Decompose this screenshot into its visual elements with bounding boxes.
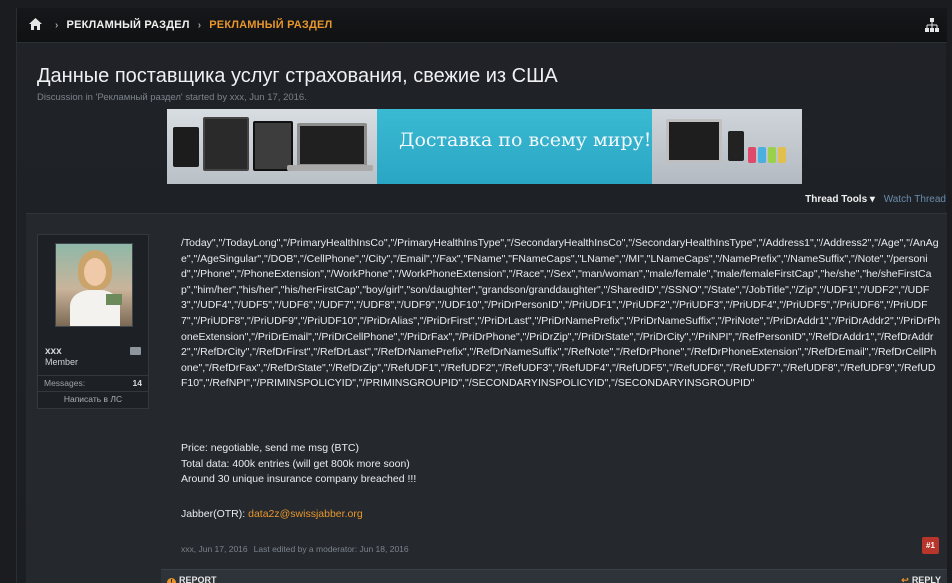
user-info-block: xxx Member Messages: 14 Написать в ЛС	[37, 234, 149, 409]
post-message: xxx Member Messages: 14 Написать в ЛС /T…	[26, 213, 947, 583]
reply-arrow-icon: ↩	[901, 575, 909, 583]
post-permalink-badge[interactable]: #1	[922, 537, 939, 554]
thread-tools-bar: Thread Tools ▾ Watch Thread	[805, 194, 946, 205]
jabber-line: Jabber(OTR): data2z@swissjabber.org	[181, 508, 363, 520]
banner-devices-image-right	[652, 109, 802, 184]
breadcrumb-item-1[interactable]: РЕКЛАМНЫЙ РАЗДЕЛ	[67, 19, 190, 31]
thread-tools-dropdown[interactable]: Thread Tools ▾	[805, 194, 875, 205]
user-role: Member	[45, 357, 79, 367]
breadcrumb-item-current[interactable]: РЕКЛАМНЫЙ РАЗДЕЛ	[209, 19, 332, 31]
post-details: Price: negotiable, send me msg (BTC) Tot…	[181, 441, 781, 488]
page-title: Данные поставщика услуг страхования, све…	[37, 65, 558, 87]
page-frame: › РЕКЛАМНЫЙ РАЗДЕЛ › РЕКЛАМНЫЙ РАЗДЕЛ Да…	[16, 8, 947, 583]
banner-text: Доставка по всему миру!	[399, 129, 652, 151]
thread-subtitle: Discussion in 'Рекламный раздел' started…	[37, 92, 307, 103]
breadcrumb: › РЕКЛАМНЫЙ РАЗДЕЛ › РЕКЛАМНЫЙ РАЗДЕЛ	[17, 8, 947, 43]
avatar[interactable]	[55, 243, 133, 327]
post-author-date[interactable]: xxx, Jun 17, 2016	[181, 544, 248, 554]
post-meta: xxx, Jun 17, 2016 Last edited by a modera…	[181, 544, 409, 554]
message-count-label: Messages:	[44, 378, 86, 388]
mail-icon[interactable]	[130, 347, 141, 355]
reply-button[interactable]: ↩ REPLY	[901, 575, 941, 583]
username[interactable]: xxx	[45, 346, 62, 357]
edit-note: Last edited by a moderator: Jun 18, 2016	[253, 544, 409, 554]
breach-line: Around 30 unique insurance company breac…	[181, 473, 417, 486]
private-message-button[interactable]: Написать в ЛС	[38, 391, 148, 407]
post-body-text: /Today","/TodayLong","/PrimaryHealthInsC…	[181, 237, 941, 390]
report-button[interactable]: ! REPORT	[167, 575, 217, 583]
jabber-link[interactable]: data2z@swissjabber.org	[248, 508, 363, 520]
jabber-label: Jabber(OTR):	[181, 508, 249, 520]
message-count-value: 14	[132, 378, 142, 388]
home-icon[interactable]	[29, 17, 47, 33]
ad-banner[interactable]: Доставка по всему миру!	[167, 109, 802, 184]
total-data-line: Total data: 400k entries (will get 800k …	[181, 457, 410, 470]
alert-icon: !	[167, 578, 176, 583]
sitemap-icon[interactable]	[925, 18, 939, 32]
breadcrumb-separator: ›	[197, 19, 202, 31]
price-line: Price: negotiable, send me msg (BTC)	[181, 442, 359, 454]
watch-thread-link[interactable]: Watch Thread	[884, 194, 946, 205]
breadcrumb-separator: ›	[55, 19, 59, 31]
post-actions-bar: ! REPORT ↩ REPLY	[161, 569, 947, 583]
message-count: Messages: 14	[38, 375, 148, 388]
banner-devices-image	[167, 109, 377, 184]
